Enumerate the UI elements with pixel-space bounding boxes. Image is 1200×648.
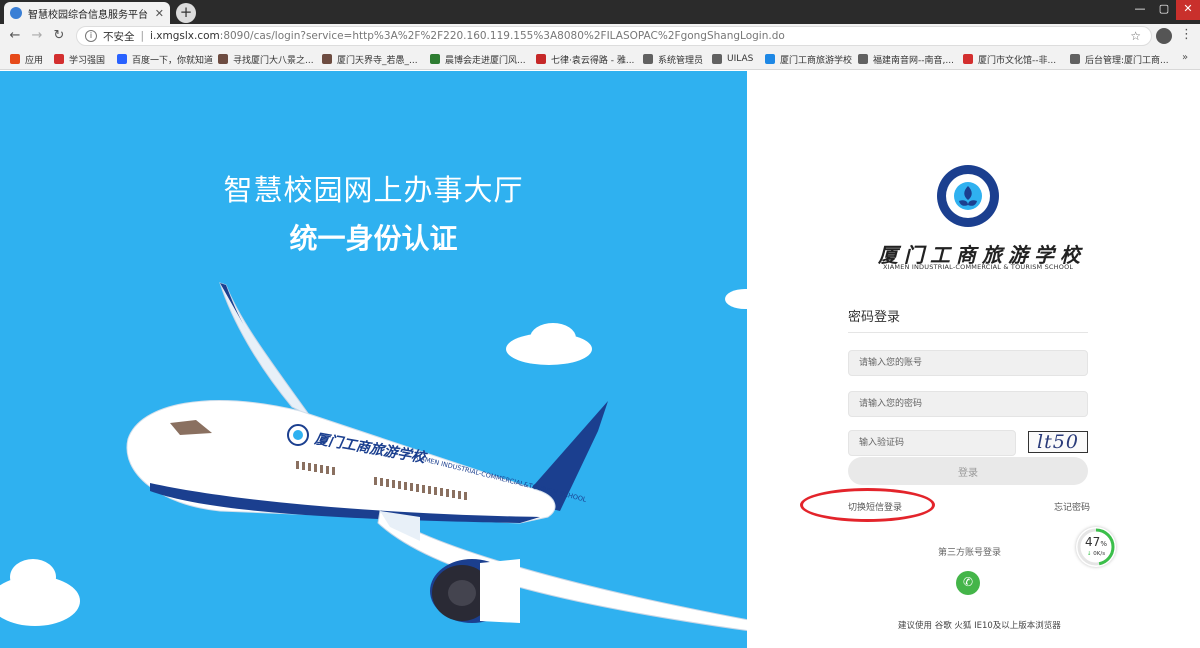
password-input[interactable]: [848, 391, 1088, 417]
bookmark-item[interactable]: 晨博会走进厦门风...: [430, 52, 526, 66]
bookmark-item[interactable]: 应用: [10, 52, 43, 66]
browser-tab-bar: 智慧校园综合信息服务平台 ✕ + — ▢ ✕: [0, 0, 1200, 24]
network-speed-widget[interactable]: 47% ↓ 0K/s: [1076, 527, 1116, 567]
forward-arrow-icon[interactable]: →: [28, 27, 46, 45]
airplane-illustration: 厦门工商旅游学校 XIAMEN INDUSTRIAL-COMMERCIAL&TO…: [126, 282, 747, 632]
bookmark-favicon-icon: [765, 54, 775, 64]
bookmark-label: UILAS: [727, 54, 754, 64]
browser-toolbar: ← → ↻ i 不安全 | i.xmgslx.com:8090/cas/logi…: [0, 24, 1200, 48]
back-arrow-icon[interactable]: ←: [6, 27, 24, 45]
bookmark-label: 七律·袁云得路 - 雅...: [551, 55, 635, 66]
account-input[interactable]: [848, 350, 1088, 376]
bookmark-item[interactable]: 百度一下，你就知道: [117, 52, 213, 66]
url-path: :8090/cas/login?service=http%3A%2F%2F220…: [219, 30, 785, 42]
bookmark-label: 福建南音网--南音,...: [873, 55, 954, 66]
reload-icon[interactable]: ↻: [50, 27, 68, 45]
captcha-input[interactable]: [848, 430, 1016, 456]
bookmark-favicon-icon: [536, 54, 546, 64]
bookmark-label: 晨博会走进厦门风...: [445, 55, 526, 66]
bookmark-item[interactable]: 后台管理:厦门工商...: [1070, 52, 1169, 66]
bookmark-item[interactable]: 厦门市文化馆--非...: [963, 52, 1056, 66]
login-button[interactable]: 登录: [848, 457, 1088, 485]
bookmark-item[interactable]: 厦门工商旅游学校: [765, 52, 852, 66]
address-bar[interactable]: i 不安全 | i.xmgslx.com:8090/cas/login?serv…: [76, 26, 1152, 46]
bookmark-item[interactable]: 寻找厦门大八景之...: [218, 52, 314, 66]
hero-banner: 智慧校园网上办事大厅 统一身份认证 厦门工商旅游学校 XIAMEN INDUST…: [0, 71, 747, 648]
bookmark-favicon-icon: [117, 54, 127, 64]
bookmark-star-icon[interactable]: ☆: [1130, 29, 1141, 43]
bookmark-item[interactable]: 学习强国: [54, 52, 105, 66]
browser-menu-icon[interactable]: ⋮: [1180, 27, 1193, 42]
profile-avatar-icon[interactable]: [1156, 28, 1172, 44]
speed-rate: ↓ 0K/s: [1086, 551, 1106, 557]
bookmark-label: 厦门工商旅游学校: [780, 55, 853, 66]
bookmark-favicon-icon: [1070, 54, 1080, 64]
bookmark-label: 百度一下，你就知道: [132, 55, 214, 66]
bookmark-favicon-icon: [712, 54, 722, 64]
insecure-label: 不安全: [103, 30, 135, 43]
minimize-window-icon[interactable]: —: [1128, 0, 1152, 20]
bookmark-label: 厦门天界寺_若愚_...: [337, 55, 418, 66]
forgot-password-link[interactable]: 忘记密码: [1054, 500, 1090, 513]
url-domain: i.xmgslx.com: [150, 30, 220, 42]
bookmark-item[interactable]: 七律·袁云得路 - 雅...: [536, 52, 634, 66]
address-separator: |: [140, 30, 145, 42]
highlight-annotation-ring: [800, 488, 935, 522]
bookmark-label: 厦门市文化馆--非...: [978, 55, 1057, 66]
bookmark-favicon-icon: [643, 54, 653, 64]
speed-percent: 47%: [1085, 535, 1107, 549]
bookmark-favicon-icon: [218, 54, 228, 64]
info-icon[interactable]: i: [85, 30, 97, 42]
bookmark-favicon-icon: [963, 54, 973, 64]
bookmark-label: 学习强国: [69, 55, 106, 66]
bookmark-item[interactable]: 厦门天界寺_若愚_...: [322, 52, 418, 66]
bookmark-item[interactable]: UILAS: [712, 52, 753, 66]
login-form-title: 密码登录: [848, 310, 901, 325]
bookmarks-overflow-icon[interactable]: »: [1182, 52, 1188, 63]
bookmark-label: 后台管理:厦门工商...: [1085, 55, 1169, 66]
bookmark-label: 寻找厦门大八景之...: [233, 55, 314, 66]
bookmark-favicon-icon: [10, 54, 20, 64]
tab-title: 智慧校园综合信息服务平台: [28, 9, 148, 21]
bookmark-favicon-icon: [430, 54, 440, 64]
bookmark-favicon-icon: [858, 54, 868, 64]
school-logo-icon: [937, 165, 999, 227]
bookmark-favicon-icon: [54, 54, 64, 64]
bookmark-favicon-icon: [322, 54, 332, 64]
maximize-window-icon[interactable]: ▢: [1152, 0, 1176, 20]
bookmark-label: 系统管理员: [658, 55, 704, 66]
bookmarks-bar: 应用 学习强国 百度一下，你就知道 寻找厦门大八景之... 厦门天界寺_若愚_... 晨博…: [0, 48, 1200, 70]
bookmark-item[interactable]: 系统管理员: [643, 52, 703, 66]
browser-tab[interactable]: 智慧校园综合信息服务平台 ✕: [4, 2, 170, 24]
tab-close-icon[interactable]: ✕: [155, 7, 164, 20]
new-tab-button[interactable]: +: [176, 3, 196, 23]
close-window-icon[interactable]: ✕: [1176, 0, 1200, 20]
bookmark-item[interactable]: 福建南音网--南音,...: [858, 52, 954, 66]
browser-recommendation: 建议使用 谷歌 火狐 IE10及以上版本浏览器: [898, 621, 1061, 631]
wechat-login-icon[interactable]: ✆: [956, 571, 980, 595]
third-party-login-label: 第三方账号登录: [938, 548, 1002, 558]
school-name-english: XIAMEN INDUSTRIAL-COMMERCIAL & TOURISM S…: [883, 263, 1074, 271]
site-favicon-icon: [10, 7, 22, 19]
captcha-image[interactable]: lt50: [1028, 431, 1088, 453]
bookmark-label: 应用: [25, 55, 44, 66]
login-divider: [848, 332, 1088, 333]
